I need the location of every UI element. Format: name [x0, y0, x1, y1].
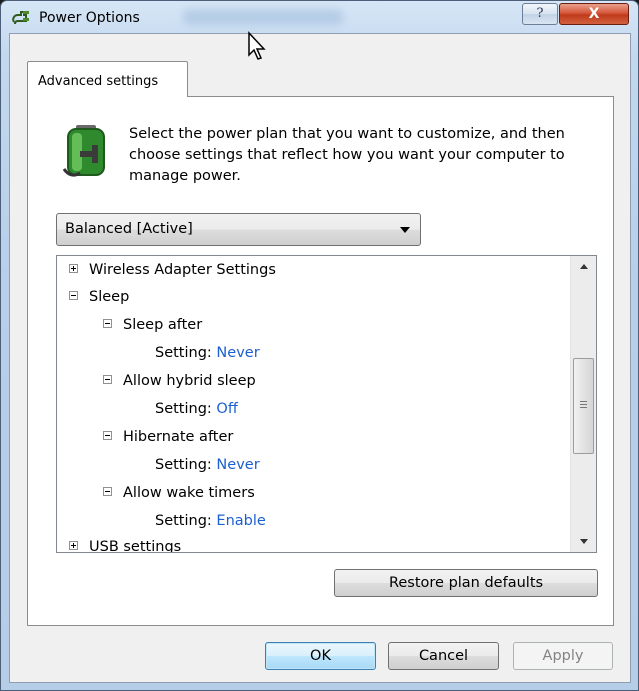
expand-plus-icon[interactable] [69, 540, 78, 550]
power-plan-select[interactable]: Balanced [Active] [56, 213, 421, 246]
setting-row-sleep-after[interactable]: Setting: Never [155, 345, 260, 367]
tree-item-wireless[interactable]: Wireless Adapter Settings [69, 262, 276, 284]
mouse-cursor-icon [248, 31, 266, 60]
setting-value-sleep-after[interactable]: Never [216, 345, 259, 361]
setting-row-hibernate-after[interactable]: Setting: Never [155, 457, 260, 479]
setting-label: Setting: [155, 513, 212, 529]
battery-plug-icon [62, 125, 105, 177]
help-button[interactable]: ? [522, 3, 558, 25]
window-title: Power Options [39, 10, 140, 26]
restore-plan-defaults-button[interactable]: Restore plan defaults [334, 569, 598, 597]
title-bar[interactable]: Power Options ? X [1, 1, 638, 33]
chevron-down-icon [400, 227, 410, 233]
tree-item-usb[interactable]: USB settings [69, 539, 182, 553]
power-plug-icon [12, 11, 29, 25]
setting-row-hybrid-sleep[interactable]: Setting: Off [155, 401, 238, 423]
collapse-minus-icon[interactable] [103, 318, 112, 328]
close-button[interactable]: X [559, 3, 629, 25]
expand-plus-icon[interactable] [69, 263, 78, 273]
tree-item-label: Allow hybrid sleep [123, 373, 256, 389]
scroll-up-arrow-icon[interactable] [571, 256, 596, 278]
apply-button[interactable]: Apply [513, 642, 613, 670]
tree-item-label: USB settings [89, 539, 182, 553]
power-plan-selected: Balanced [Active] [65, 221, 193, 237]
scroll-down-arrow-icon[interactable] [571, 530, 596, 552]
tree-item-wake-timers[interactable]: Allow wake timers [103, 485, 255, 507]
blurred-title-region [183, 9, 343, 25]
tree-item-hibernate-after[interactable]: Hibernate after [103, 429, 233, 451]
plan-description: Select the power plan that you want to c… [129, 126, 565, 184]
tree-item-label: Sleep [89, 289, 130, 305]
collapse-minus-icon[interactable] [103, 374, 112, 384]
tree-item-hybrid-sleep[interactable]: Allow hybrid sleep [103, 373, 256, 395]
setting-label: Setting: [155, 345, 212, 361]
tree-item-label: Wireless Adapter Settings [89, 262, 276, 278]
tree-item-label: Hibernate after [123, 429, 234, 445]
setting-value-hibernate-after[interactable]: Never [216, 457, 259, 473]
ok-button[interactable]: OK [265, 642, 376, 670]
collapse-minus-icon[interactable] [103, 430, 112, 440]
power-options-window: Power Options ? X Advanced settings Sele… [0, 0, 639, 691]
settings-tree[interactable]: Wireless Adapter Settings Sleep Sleep af… [56, 255, 597, 553]
vertical-scrollbar[interactable] [570, 256, 596, 552]
setting-label: Setting: [155, 457, 212, 473]
setting-row-wake-timers[interactable]: Setting: Enable [155, 513, 266, 535]
scroll-thumb[interactable] [573, 358, 594, 454]
tree-item-label: Sleep after [123, 317, 203, 333]
tree-item-sleep-after[interactable]: Sleep after [103, 317, 202, 339]
tab-advanced-settings[interactable]: Advanced settings [27, 61, 188, 97]
setting-label: Setting: [155, 401, 212, 417]
grip-icon [580, 401, 587, 408]
collapse-minus-icon[interactable] [103, 486, 112, 496]
setting-value-wake-timers[interactable]: Enable [216, 513, 265, 529]
tree-item-sleep[interactable]: Sleep [69, 289, 129, 311]
cancel-button[interactable]: Cancel [388, 642, 499, 670]
collapse-minus-icon[interactable] [69, 290, 78, 300]
tree-item-label: Allow wake timers [123, 485, 255, 501]
setting-value-hybrid-sleep[interactable]: Off [216, 401, 237, 417]
